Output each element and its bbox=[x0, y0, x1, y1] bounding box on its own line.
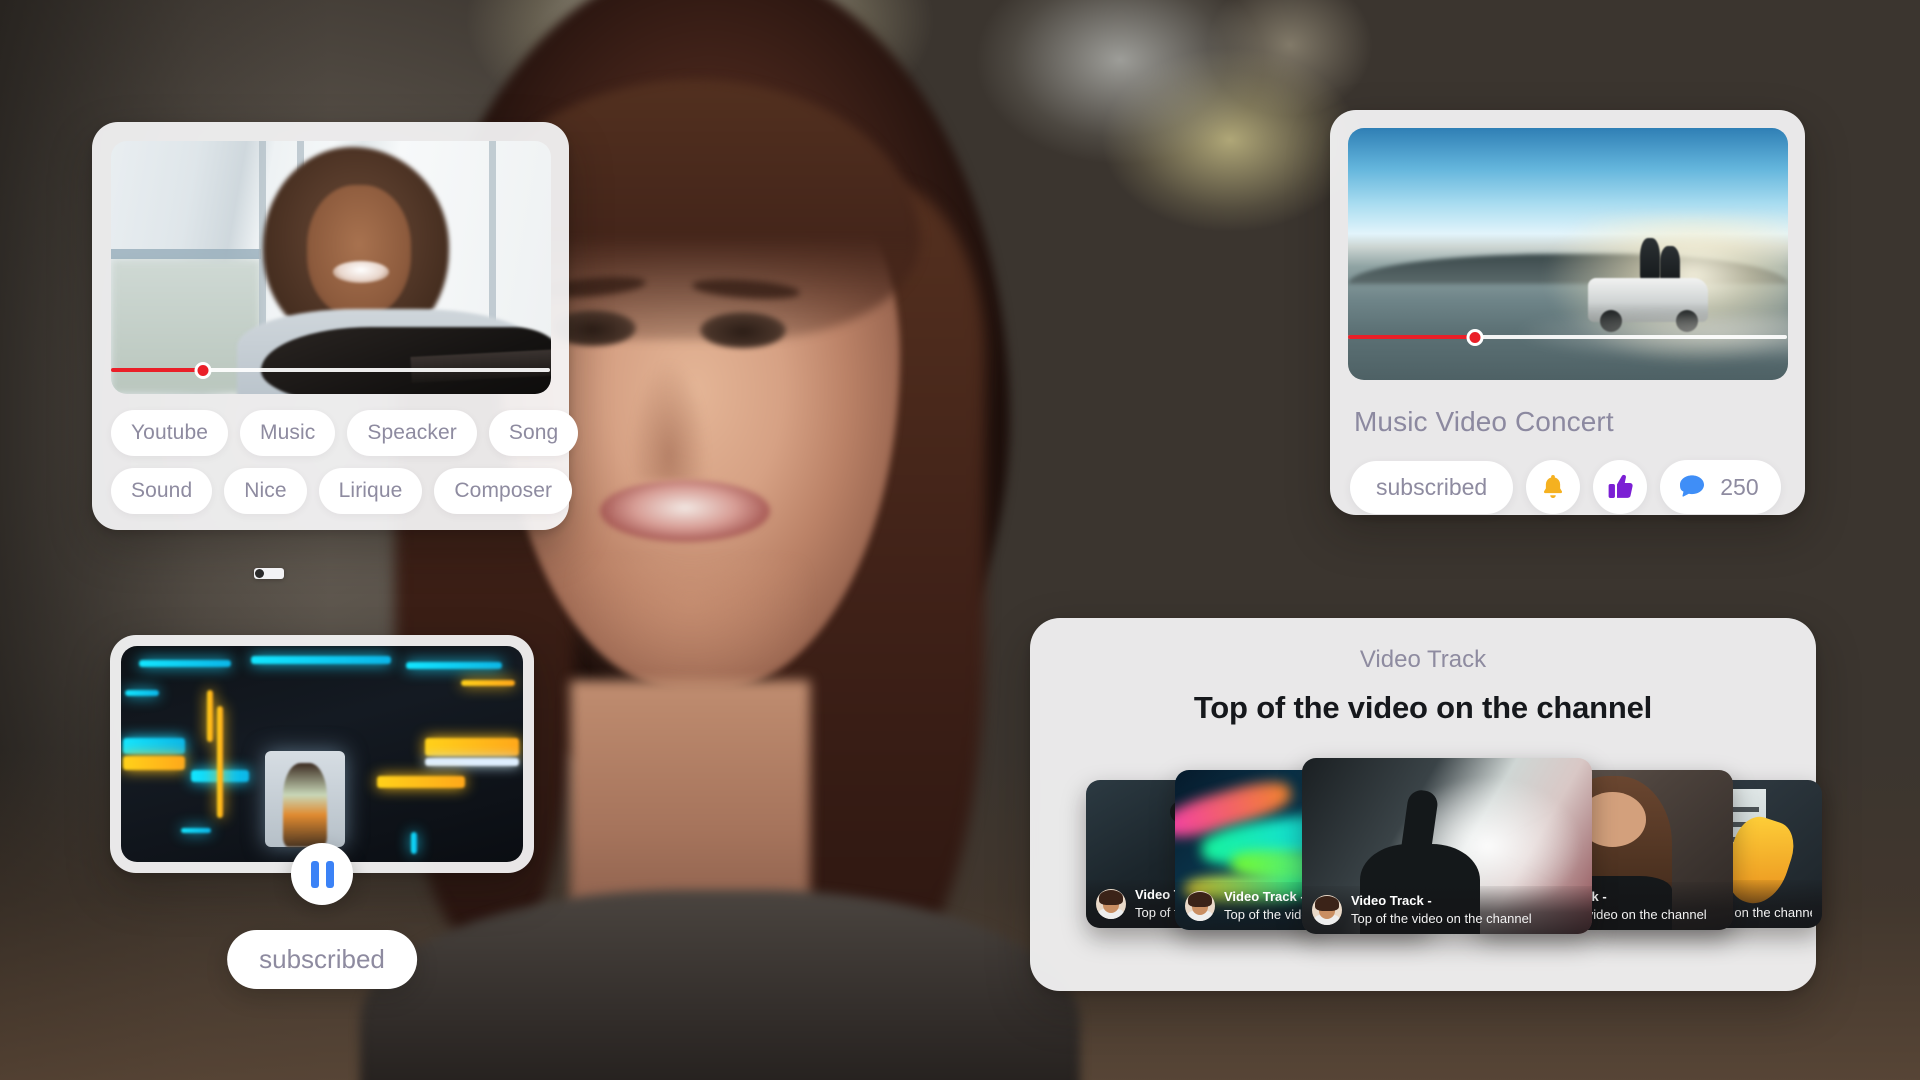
top-videos-eyebrow: Video Track bbox=[1359, 646, 1487, 673]
pause-button[interactable] bbox=[291, 843, 353, 905]
pause-bar-right bbox=[325, 860, 334, 888]
neon-light-1 bbox=[139, 660, 231, 667]
carousel-item-text: Video Track - Top of the video on the cha… bbox=[1351, 892, 1532, 927]
presenter-mouth bbox=[600, 480, 770, 542]
mini-slider-handle[interactable] bbox=[255, 569, 264, 578]
like-button[interactable] bbox=[1593, 460, 1648, 514]
progress-knob[interactable] bbox=[1466, 328, 1484, 346]
capsule-figure bbox=[283, 763, 327, 847]
neon-light-4 bbox=[461, 680, 515, 686]
avatar-host bbox=[1312, 895, 1342, 925]
neon-panel-right-3 bbox=[377, 776, 465, 788]
player-video-thumbnail[interactable] bbox=[121, 646, 523, 862]
mini-slider[interactable] bbox=[254, 568, 284, 579]
player-card: subscribed bbox=[110, 635, 534, 989]
neon-panel-left-1 bbox=[123, 738, 185, 754]
tags-card-video-thumbnail[interactable] bbox=[111, 141, 551, 394]
carousel-item-title: Video Track - bbox=[1351, 893, 1432, 909]
neon-light-5 bbox=[125, 690, 159, 696]
window-sill bbox=[111, 249, 261, 259]
carousel-item-caption: Video Track - Top of the video on the cha… bbox=[1302, 886, 1592, 934]
thumbs-up-icon bbox=[1608, 474, 1633, 498]
carousel-item-subtitle: Top of the video on the channel bbox=[1351, 911, 1532, 926]
capsule-chamber bbox=[265, 751, 345, 847]
comment-bubble-icon bbox=[1680, 475, 1705, 497]
carousel-item[interactable]: Video Track - Top of the video on the cha… bbox=[1302, 758, 1592, 934]
neon-floor-2 bbox=[411, 832, 417, 854]
concert-title: Music Video Concert bbox=[1354, 406, 1614, 437]
tag-sound[interactable]: Sound bbox=[111, 468, 213, 514]
tag-row: Youtube Music Speacker Song bbox=[111, 410, 579, 456]
presenter-nose bbox=[630, 360, 708, 480]
presenter-chin bbox=[570, 560, 810, 700]
video-carousel[interactable]: Video Track - Top of the video on the cha… bbox=[1030, 758, 1822, 948]
progress-fill bbox=[111, 368, 204, 372]
tags-card: Youtube Music Speacker Song Sound Nice Lirique… bbox=[92, 122, 579, 530]
concert-action-row: subscribed 250 bbox=[1350, 460, 1781, 514]
musician-smile bbox=[333, 261, 389, 283]
tag-list: Youtube Music Speacker Song Sound Nice Lirique… bbox=[111, 410, 579, 514]
avatar-singer bbox=[1185, 891, 1215, 921]
neon-light-6 bbox=[207, 690, 213, 742]
progress-knob[interactable] bbox=[194, 361, 212, 379]
pause-bar-left bbox=[310, 860, 319, 888]
tag-youtube[interactable]: Youtube bbox=[111, 410, 229, 456]
player-subscribed-button[interactable]: subscribed bbox=[227, 930, 417, 989]
avatar-performer bbox=[1096, 889, 1126, 919]
tag-composer[interactable]: Composer bbox=[434, 468, 573, 514]
tag-music[interactable]: Music bbox=[240, 410, 336, 456]
comment-count: 250 bbox=[1720, 473, 1759, 500]
concert-card: Music Video Concert subscribed 250 bbox=[1330, 110, 1805, 515]
presenter-eye-right bbox=[700, 312, 786, 348]
tag-nice[interactable]: Nice bbox=[224, 468, 307, 514]
progress-fill bbox=[1348, 335, 1476, 339]
tag-row: Sound Nice Lirique Composer bbox=[111, 468, 573, 514]
neon-light-2 bbox=[251, 656, 391, 664]
neon-panel-left-2 bbox=[123, 756, 185, 770]
top-videos-heading: Top of the video on the channel bbox=[1193, 690, 1653, 725]
neon-panel-right-1 bbox=[425, 738, 519, 756]
screen: Youtube Music Speacker Song Sound Nice Lirique… bbox=[0, 0, 1920, 1080]
bell-icon bbox=[1544, 475, 1563, 498]
tag-song[interactable]: Song bbox=[488, 410, 579, 456]
tag-speacker[interactable]: Speacker bbox=[347, 410, 477, 456]
neon-floor-1 bbox=[181, 828, 211, 833]
tag-lirique[interactable]: Lirique bbox=[318, 468, 423, 514]
concert-video-thumbnail[interactable] bbox=[1348, 128, 1788, 380]
neon-pillar bbox=[217, 706, 223, 818]
subscribed-button[interactable]: subscribed bbox=[1350, 460, 1514, 514]
neon-light-3 bbox=[406, 662, 502, 669]
notification-bell-button[interactable] bbox=[1526, 460, 1581, 514]
neon-panel-right-2 bbox=[425, 758, 519, 766]
musician-face bbox=[307, 185, 411, 317]
top-videos-card: Video Track Top of the video on the chan… bbox=[1030, 618, 1822, 991]
comment-count-pill[interactable]: 250 bbox=[1660, 460, 1781, 514]
